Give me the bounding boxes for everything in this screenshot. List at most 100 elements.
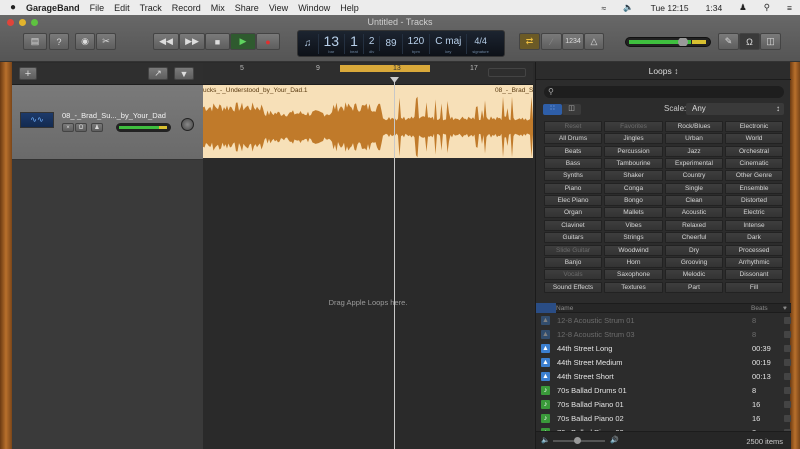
loop-list-item[interactable]: ▲ 44th Street Short 00:13 [536, 369, 791, 383]
favorite-checkbox[interactable] [784, 372, 791, 380]
keyword-button[interactable]: Arrhythmic [725, 256, 783, 268]
loops-title[interactable]: Loops ↕ [536, 62, 791, 80]
filter-button[interactable]: ▼ [174, 67, 194, 80]
favorite-checkbox[interactable] [784, 316, 791, 324]
keyword-button[interactable]: Woodwind [604, 244, 663, 256]
menu-window[interactable]: Window [298, 3, 330, 13]
keyword-button[interactable]: Electric [725, 207, 783, 219]
loop-list-item[interactable]: ▲ 44th Street Medium 00:19 [536, 355, 791, 369]
preview-volume-knob[interactable] [574, 437, 581, 444]
library-button[interactable]: ▤ [23, 33, 47, 50]
rewind-button[interactable]: ◀◀ [153, 33, 179, 50]
keyword-button[interactable]: Organ [544, 207, 602, 219]
wifi-icon[interactable]: ≈ [601, 3, 606, 13]
keyword-button[interactable]: Experimental [665, 158, 723, 170]
keyword-button[interactable]: Banjo [544, 256, 602, 268]
keyword-button[interactable]: Dissonant [725, 269, 783, 281]
keyword-button[interactable]: Jingles [604, 133, 663, 145]
timeline-ruler[interactable]: 5 9 13 17 [203, 63, 533, 85]
cycle-button[interactable]: ⇄ [519, 33, 540, 50]
metronome-button[interactable]: △ [584, 33, 604, 50]
track-volume-slider[interactable] [116, 123, 171, 132]
play-button[interactable]: ▶ [230, 33, 256, 50]
keyword-button[interactable]: Piano [544, 182, 602, 194]
keyword-button[interactable]: Saxophone [604, 269, 663, 281]
record-enable-button[interactable]: ♟ [91, 123, 103, 132]
keyword-button[interactable]: Urban [665, 133, 723, 145]
lcd-key[interactable]: C maj [435, 34, 461, 49]
mute-button[interactable]: × [62, 123, 74, 132]
notification-icon[interactable]: ≡ [787, 3, 792, 13]
keyword-button[interactable]: Dry [665, 244, 723, 256]
keyword-button[interactable]: Melodic [665, 269, 723, 281]
keyword-button[interactable]: Rock/Blues [665, 121, 723, 132]
type-column-header[interactable] [536, 303, 556, 313]
keyword-button[interactable]: Guitars [544, 232, 602, 244]
keyword-button[interactable]: Single [665, 182, 723, 194]
loops-search-input[interactable]: ⚲ [544, 86, 784, 98]
favorite-checkbox[interactable] [784, 330, 791, 338]
favorite-checkbox[interactable] [784, 344, 791, 352]
keyword-button[interactable]: Synths [544, 170, 602, 182]
volume-icon[interactable]: 🔈 [623, 2, 634, 13]
keyword-button[interactable]: Elec Piano [544, 195, 602, 207]
menu-record[interactable]: Record [172, 3, 201, 13]
keyword-button[interactable]: Ensemble [725, 182, 783, 194]
keyword-button[interactable]: Strings [604, 232, 663, 244]
button-view-toggle[interactable]: ∷ [543, 104, 562, 115]
keyword-button[interactable]: Cheerful [665, 232, 723, 244]
timeline-empty[interactable]: Drag Apple Loops here. [203, 160, 533, 449]
loop-list-item[interactable]: ▲ 44th Street Long 00:39 [536, 341, 791, 355]
cycle-region[interactable] [340, 65, 430, 72]
keyword-button[interactable]: Bongo [604, 195, 663, 207]
keyword-button[interactable]: Orchestral [725, 145, 783, 157]
menu-track[interactable]: Track [140, 3, 162, 13]
menu-app[interactable]: GarageBand [26, 3, 80, 13]
keyword-button[interactable]: Sound Effects [544, 281, 602, 293]
keyword-button[interactable]: Tambourine [604, 158, 663, 170]
keyword-button[interactable]: Favorites [604, 121, 663, 132]
forward-button[interactable]: ▶▶ [179, 33, 205, 50]
keyword-button[interactable]: Reset [544, 121, 602, 132]
menu-help[interactable]: Help [340, 3, 359, 13]
keyword-button[interactable]: All Drums [544, 133, 602, 145]
keyword-button[interactable]: World [725, 133, 783, 145]
pan-knob[interactable] [181, 118, 194, 131]
track-row[interactable]: ∿∿ 08_-_Brad_Su..._by_Your_Dad × Ω ♟ [12, 85, 203, 160]
note-pad-button[interactable]: ✎ [718, 33, 739, 50]
user-icon[interactable]: ♟ [739, 2, 747, 13]
playhead[interactable] [394, 78, 395, 449]
keyword-button[interactable]: Part [665, 281, 723, 293]
keyword-button[interactable]: Mallets [604, 207, 663, 219]
editors-button[interactable]: ✂ [96, 33, 116, 50]
beats-column-header[interactable]: Beats [751, 305, 783, 312]
keyword-button[interactable]: Processed [725, 244, 783, 256]
keyword-button[interactable]: Clavinet [544, 219, 602, 231]
keyword-button[interactable]: Grooving [665, 256, 723, 268]
keyword-button[interactable]: Slide Guitar [544, 244, 602, 256]
menu-file[interactable]: File [90, 3, 105, 13]
keyword-button[interactable]: Vibes [604, 219, 663, 231]
loop-list-item[interactable]: ♪ 70s Ballad Drums 01 8 [536, 383, 791, 397]
column-view-toggle[interactable]: ◫ [562, 104, 581, 115]
menu-edit[interactable]: Edit [114, 3, 130, 13]
keyword-button[interactable]: Cinematic [725, 158, 783, 170]
favorite-checkbox[interactable] [784, 386, 791, 394]
menu-mix[interactable]: Mix [211, 3, 225, 13]
help-button[interactable]: ? [49, 33, 69, 50]
keyword-button[interactable]: Country [665, 170, 723, 182]
keyword-button[interactable]: Intense [725, 219, 783, 231]
keyword-button[interactable]: Acoustic [665, 207, 723, 219]
spotlight-icon[interactable]: ⚲ [764, 2, 770, 13]
record-button[interactable]: ● [256, 33, 280, 50]
loop-list-item[interactable]: ♪ 70s Ballad Piano 01 16 [536, 397, 791, 411]
keyword-button[interactable]: Vocals [544, 269, 602, 281]
favorite-checkbox[interactable] [784, 358, 791, 366]
keyword-button[interactable]: Fill [725, 281, 783, 293]
loop-browser-button[interactable]: Ω [739, 33, 760, 50]
keyword-button[interactable]: Jazz [665, 145, 723, 157]
keyword-button[interactable]: Distorted [725, 195, 783, 207]
keyword-button[interactable]: Percussion [604, 145, 663, 157]
clock[interactable]: Tue 12:15 [651, 3, 689, 13]
master-volume-slider[interactable] [625, 37, 711, 47]
